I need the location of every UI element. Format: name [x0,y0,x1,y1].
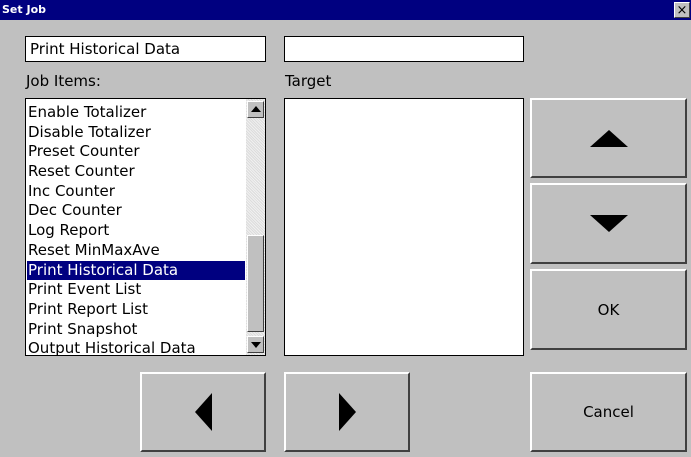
job-name-field[interactable]: Print Historical Data [25,36,266,62]
list-item[interactable]: Enable Totalizer [27,103,245,123]
scroll-up-button[interactable] [247,101,264,118]
left-arrow-icon [194,393,212,431]
list-item[interactable]: Print Historical Data [27,260,245,281]
job-items-list: Enable Totalizer Disable Totalizer Preset … [27,103,245,355]
add-to-target-button[interactable] [284,372,410,452]
job-items-listbox[interactable]: Enable Totalizer Disable Totalizer Preset … [25,98,266,356]
scroll-thumb[interactable] [247,235,264,332]
list-item[interactable]: Log Report [27,221,245,241]
listbox-scrollbar[interactable] [246,99,265,355]
list-item[interactable]: Reset Counter [27,162,245,182]
title-bar: Set Job × [0,0,691,20]
close-button[interactable]: × [674,2,690,18]
window-title: Set Job [2,3,46,16]
target-label: Target [285,72,332,90]
target-listbox[interactable] [284,98,524,356]
scroll-down-arrow-icon [251,342,261,348]
list-item[interactable]: Inc Counter [27,182,245,202]
scroll-up-arrow-icon [251,106,261,112]
job-items-label: Job Items: [26,72,101,90]
cancel-button[interactable]: Cancel [530,372,687,452]
down-arrow-icon [589,215,628,232]
ok-button[interactable]: OK [530,269,687,350]
list-item[interactable]: Print Event List [27,280,245,300]
list-item[interactable]: Preset Counter [27,142,245,162]
remove-from-target-button[interactable] [140,372,266,452]
list-item[interactable]: Reset MinMaxAve [27,241,245,261]
list-item[interactable]: Print Snapshot [27,320,245,340]
move-up-button[interactable] [530,98,687,178]
list-item[interactable]: Print Report List [27,300,245,320]
move-down-button[interactable] [530,183,687,264]
right-arrow-icon [338,393,356,431]
list-item[interactable]: Dec Counter [27,201,245,221]
scroll-down-button[interactable] [247,336,264,353]
up-arrow-icon [589,129,628,147]
list-item[interactable]: Disable Totalizer [27,123,245,143]
list-item[interactable]: Output Historical Data [27,339,245,355]
target-name-field[interactable] [284,36,524,62]
